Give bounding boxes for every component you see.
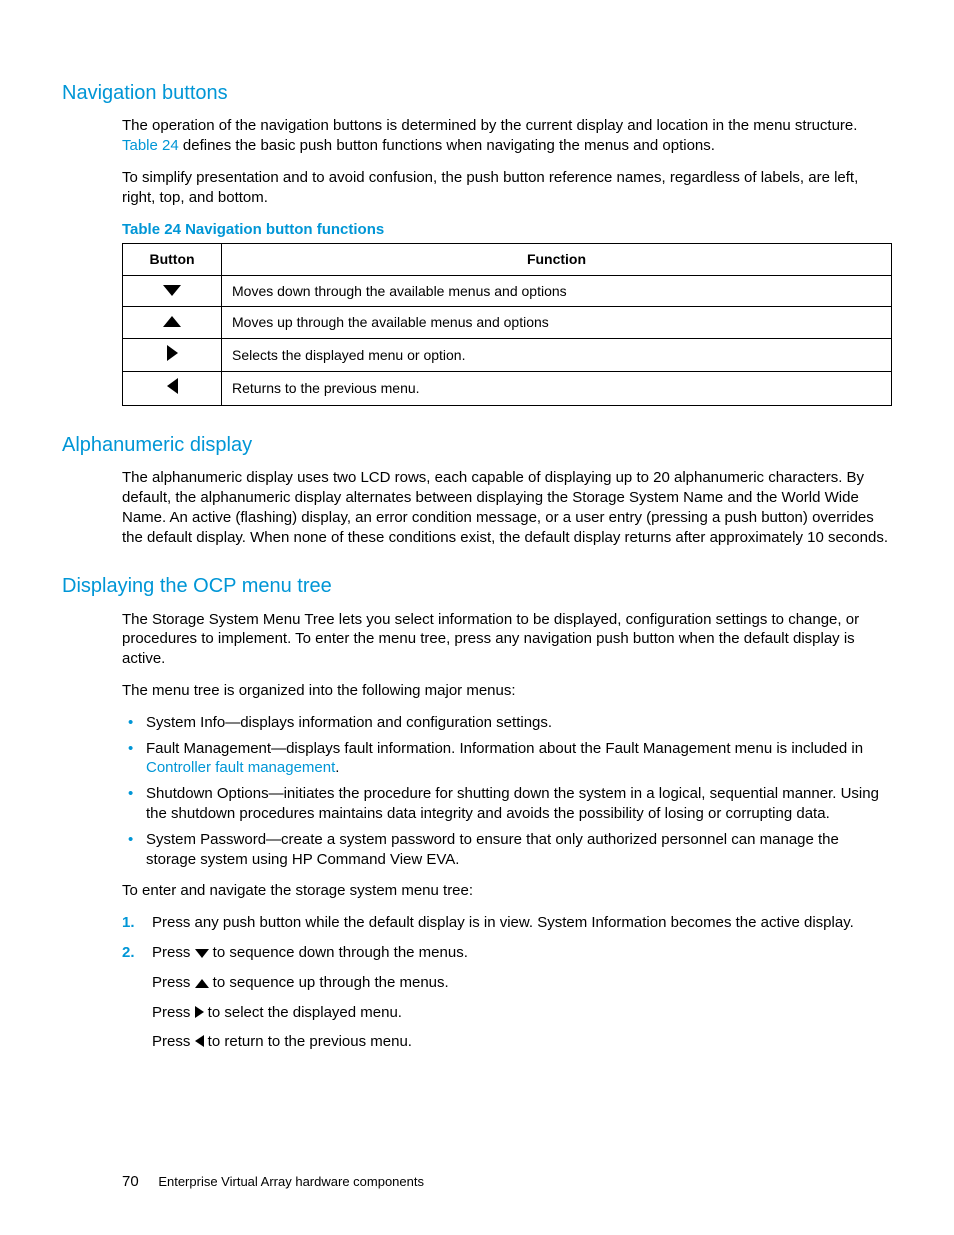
list-item: Fault Management—displays fault informat… [122, 739, 892, 779]
list-item: System Password—create a system password… [122, 830, 892, 870]
link-table-24[interactable]: Table 24 [122, 137, 179, 154]
triangle-right-icon [167, 345, 178, 361]
list-item: Shutdown Options—initiates the procedure… [122, 784, 892, 824]
list-item: System Info—displays information and con… [122, 713, 892, 733]
text: Press [152, 1004, 195, 1021]
text: to sequence down through the menus. [209, 944, 468, 961]
text: . [335, 759, 339, 776]
triangle-left-icon [195, 1035, 204, 1047]
menu-list: System Info—displays information and con… [122, 713, 892, 870]
text: Press [152, 944, 195, 961]
triangle-down-icon [195, 949, 209, 958]
step-1: Press any push button while the default … [122, 913, 892, 933]
page-number: 70 [122, 1173, 139, 1190]
page-footer: 70 Enterprise Virtual Array hardware com… [122, 1172, 892, 1192]
th-button: Button [123, 244, 222, 275]
heading-alphanumeric-display: Alphanumeric display [62, 432, 892, 458]
table-24-caption: Table 24 Navigation button functions [122, 220, 892, 240]
ocp-para-1: The Storage System Menu Tree lets you se… [122, 610, 892, 669]
ocp-para-2: The menu tree is organized into the foll… [122, 681, 892, 701]
ocp-para-3: To enter and navigate the storage system… [122, 881, 892, 901]
text: to return to the previous menu. [204, 1033, 412, 1050]
table-row: Selects the displayed menu or option. [123, 338, 892, 371]
alpha-display-para: The alphanumeric display uses two LCD ro… [122, 468, 892, 547]
triangle-up-icon [163, 316, 181, 327]
cell-function: Selects the displayed menu or option. [222, 338, 892, 371]
text: Press [152, 974, 195, 991]
text: The operation of the navigation buttons … [122, 117, 857, 134]
triangle-up-icon [195, 979, 209, 988]
text: Press [152, 1033, 195, 1050]
text: defines the basic push button functions … [179, 137, 715, 154]
table-24: Button Function Moves down through the a… [122, 243, 892, 405]
triangle-down-icon [163, 285, 181, 296]
link-controller-fault-management[interactable]: Controller fault management [146, 759, 335, 776]
table-row: Moves down through the available menus a… [123, 275, 892, 306]
triangle-right-icon [195, 1006, 204, 1018]
sub-press-right: Press to select the displayed menu. [152, 1003, 892, 1023]
nav-buttons-para-2: To simplify presentation and to avoid co… [122, 168, 892, 208]
cell-function: Returns to the previous menu. [222, 372, 892, 405]
cell-function: Moves up through the available menus and… [222, 307, 892, 338]
text: Fault Management—displays fault informat… [146, 740, 863, 757]
text: to sequence up through the menus. [209, 974, 449, 991]
heading-navigation-buttons: Navigation buttons [62, 80, 892, 106]
cell-function: Moves down through the available menus a… [222, 275, 892, 306]
table-row: Moves up through the available menus and… [123, 307, 892, 338]
text: to select the displayed menu. [204, 1004, 402, 1021]
sub-press-up: Press to sequence up through the menus. [152, 973, 892, 993]
triangle-left-icon [167, 378, 178, 394]
step-2: Press to sequence down through the menus… [122, 943, 892, 1052]
steps-list: Press any push button while the default … [122, 913, 892, 1052]
heading-ocp-menu-tree: Displaying the OCP menu tree [62, 573, 892, 599]
th-function: Function [222, 244, 892, 275]
table-row: Returns to the previous menu. [123, 372, 892, 405]
footer-text: Enterprise Virtual Array hardware compon… [158, 1174, 424, 1189]
nav-buttons-para-1: The operation of the navigation buttons … [122, 116, 892, 156]
sub-press-left: Press to return to the previous menu. [152, 1032, 892, 1052]
